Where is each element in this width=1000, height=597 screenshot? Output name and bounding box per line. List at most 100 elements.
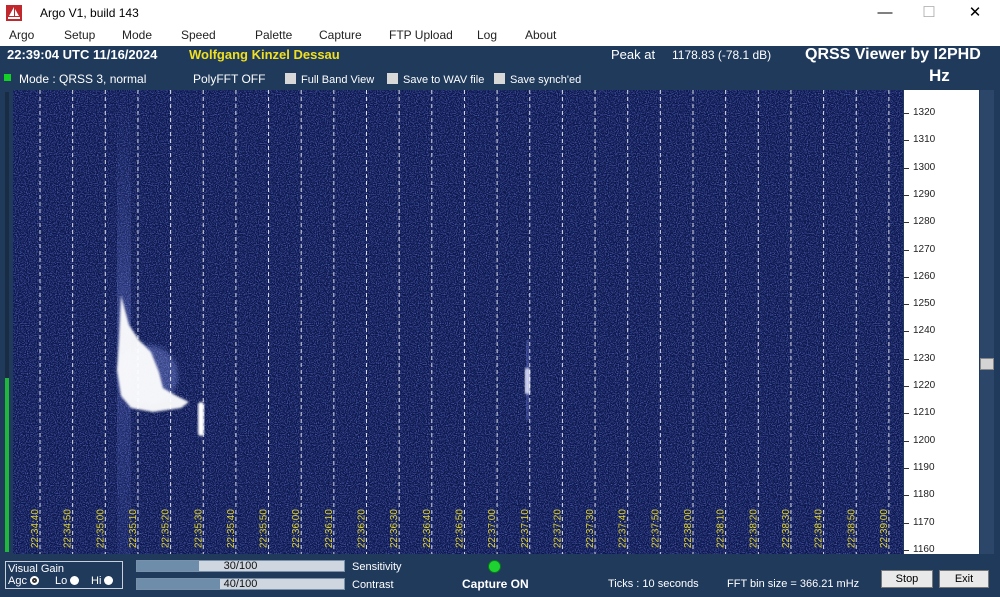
freq-label: 1250	[913, 298, 936, 310]
waterfall-canvas: 22:34:40 22:34:50 22:35:00 22:35:10 22:35:20…	[13, 90, 903, 554]
time-label: 22:35:10	[128, 509, 139, 548]
contrast-value: 40/100	[223, 578, 258, 590]
freq-tick	[904, 413, 909, 415]
time-label: 22:35:50	[259, 509, 270, 548]
frequency-scroll-thumb[interactable]	[980, 358, 994, 370]
time-label: 22:37:10	[520, 509, 531, 548]
menu-log[interactable]: Log	[477, 28, 497, 42]
time-label: 22:37:20	[552, 509, 563, 548]
freq-label: 1220	[913, 380, 936, 391]
freq-tick	[904, 222, 909, 224]
freq-tick	[904, 249, 909, 251]
menu-mode[interactable]: Mode	[122, 28, 152, 42]
agc-radio[interactable]: Agc	[8, 575, 43, 587]
freq-label: 1230	[913, 352, 936, 364]
status-led	[4, 74, 11, 81]
peak-label: Peak at	[611, 47, 656, 62]
freq-tick	[904, 467, 909, 469]
fft-bin-label: FFT bin size = 366.21 mHz	[727, 578, 860, 590]
signal-level-fill	[5, 378, 9, 552]
time-label: 22:37:30	[585, 509, 596, 548]
freq-tick	[904, 140, 909, 142]
menu-ftp-upload[interactable]: FTP Upload	[389, 28, 453, 42]
freq-tick	[904, 167, 909, 169]
freq-tick	[904, 331, 909, 333]
freq-tick	[904, 549, 909, 551]
freq-tick	[904, 358, 909, 360]
freq-tick	[904, 304, 909, 306]
radio-icon	[104, 576, 114, 585]
time-label: 22:38:10	[716, 509, 727, 548]
window-title: Argo V1, build 143	[40, 6, 139, 20]
time-label: 22:35:40	[226, 509, 237, 548]
ticks-label: Ticks : 10 seconds	[608, 578, 699, 590]
freq-tick	[904, 440, 909, 442]
time-label: 22:35:30	[193, 509, 204, 548]
exit-button[interactable]: Exit	[939, 570, 989, 588]
freq-label: 1180	[913, 489, 935, 501]
stop-button[interactable]: Stop	[881, 570, 933, 588]
waterfall-display[interactable]: 22:34:40 22:34:50 22:35:00 22:35:10 22:35:20…	[13, 90, 903, 554]
checkbox-icon	[494, 73, 505, 84]
full-band-checkbox[interactable]: Full Band View	[285, 73, 374, 86]
menu-argo[interactable]: Argo	[9, 28, 34, 42]
freq-tick	[904, 113, 909, 114]
time-label: 22:38:50	[846, 509, 857, 548]
time-label: 22:36:00	[291, 509, 302, 548]
menu-speed[interactable]: Speed	[181, 28, 216, 42]
title-bar: Argo V1, build 143 — ☐ ✕	[0, 0, 1000, 26]
freq-tick	[904, 194, 909, 196]
freq-label: 1190	[913, 461, 935, 473]
freq-label: 1260	[913, 270, 936, 282]
save-synch-checkbox[interactable]: Save synch'ed	[494, 73, 581, 86]
sailboat-icon	[6, 5, 22, 21]
contrast-slider[interactable]: 40/100	[136, 578, 345, 590]
freq-label: 1290	[913, 188, 936, 200]
polyfft-label[interactable]: PolyFFT OFF	[193, 72, 265, 86]
lo-radio[interactable]: Lo	[55, 575, 83, 587]
menu-bar: Argo Setup Mode Speed Palette Capture FT…	[0, 26, 1000, 46]
time-label: 22:36:10	[324, 509, 335, 548]
time-label: 22:38:40	[814, 509, 825, 548]
time-label: 22:36:40	[422, 509, 433, 548]
menu-capture[interactable]: Capture	[319, 28, 362, 42]
frequency-scroll-track[interactable]	[980, 90, 994, 554]
freq-label: 1200	[913, 434, 936, 446]
freq-label: 1210	[913, 407, 936, 419]
time-label: 22:35:00	[95, 509, 106, 548]
app-name: QRSS Viewer by I2PHD	[805, 46, 981, 63]
time-label: 22:35:20	[161, 509, 172, 548]
time-label: 22:34:50	[63, 509, 74, 548]
freq-label: 1280	[913, 216, 936, 228]
save-wav-checkbox[interactable]: Save to WAV file	[387, 73, 484, 86]
minimize-button[interactable]: —	[862, 0, 908, 26]
menu-setup[interactable]: Setup	[64, 28, 95, 42]
radio-selected-icon	[29, 576, 39, 585]
time-label: 22:38:20	[748, 509, 759, 548]
freq-label: 1320	[913, 107, 936, 118]
freq-label: 1160	[913, 543, 935, 555]
contrast-label: Contrast	[352, 579, 394, 591]
maximize-button[interactable]: ☐	[906, 0, 952, 26]
sensitivity-value: 30/100	[223, 560, 258, 572]
datetime-label: 22:39:04 UTC 11/16/2024	[7, 47, 158, 62]
close-button[interactable]: ✕	[952, 0, 998, 26]
menu-palette[interactable]: Palette	[255, 28, 292, 42]
time-label: 22:34:40	[30, 509, 41, 548]
time-label: 22:37:40	[618, 509, 629, 548]
menu-about[interactable]: About	[525, 28, 556, 42]
time-label: 22:37:00	[487, 509, 498, 548]
capture-status: Capture ON	[462, 577, 529, 591]
time-label: 22:38:30	[781, 509, 792, 548]
mode-label: Mode : QRSS 3, normal	[19, 72, 147, 86]
capture-led-icon	[488, 560, 501, 573]
time-label: 22:36:50	[454, 509, 465, 548]
radio-icon	[70, 576, 80, 585]
freq-tick	[904, 495, 909, 497]
time-label: 22:39:00	[879, 509, 890, 548]
time-label: 22:37:50	[650, 509, 661, 548]
sensitivity-slider[interactable]: 30/100	[136, 560, 345, 572]
hi-radio[interactable]: Hi	[91, 575, 117, 587]
visual-gain-label: Visual Gain	[8, 563, 65, 575]
checkbox-icon	[285, 73, 296, 84]
